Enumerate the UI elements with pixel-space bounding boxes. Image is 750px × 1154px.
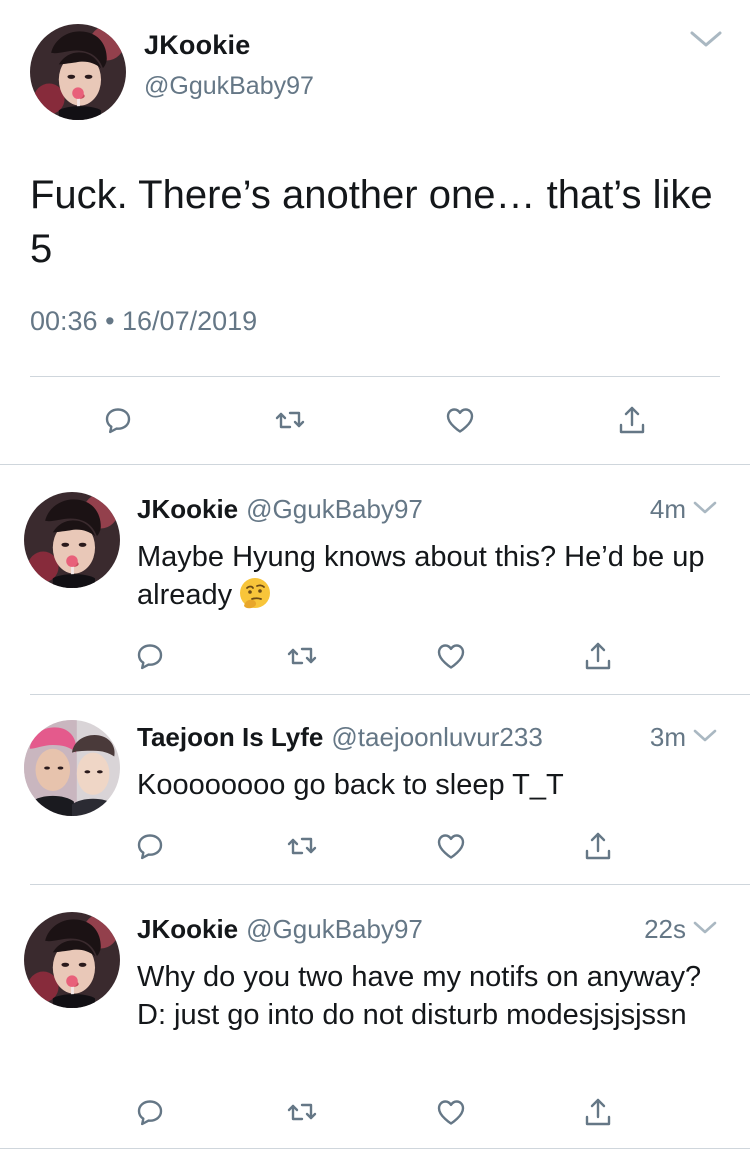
tweet-timestamp[interactable]: 00:36 • 16/07/2019 — [30, 306, 257, 337]
avatar[interactable] — [24, 912, 120, 1008]
author-handle[interactable]: @GgukBaby97 — [246, 914, 423, 944]
divider — [30, 884, 750, 885]
chevron-down-icon[interactable] — [692, 920, 718, 936]
tweet-text: Fuck. There’s another one… that’s like 5 — [30, 173, 713, 271]
chevron-down-icon[interactable] — [692, 728, 718, 744]
author-name[interactable]: JKookie — [137, 914, 238, 944]
reply-icon[interactable] — [134, 830, 166, 862]
author-name[interactable]: JKookie — [137, 494, 238, 524]
reply-icon[interactable] — [134, 1096, 166, 1128]
reply-time[interactable]: 3m — [650, 722, 686, 753]
like-icon[interactable] — [435, 640, 467, 672]
retweet-icon[interactable] — [286, 640, 318, 672]
reply-icon[interactable] — [134, 640, 166, 672]
reply-header: Taejoon Is Lyfe @taejoonluvur233 — [137, 722, 543, 753]
retweet-icon[interactable] — [286, 830, 318, 862]
share-icon[interactable] — [582, 830, 614, 862]
chevron-down-icon[interactable] — [688, 28, 724, 50]
reply-text: Koooooooo go back to sleep T_T — [137, 769, 564, 801]
author-handle[interactable]: @GgukBaby97 — [246, 494, 423, 524]
chevron-down-icon[interactable] — [692, 500, 718, 516]
reply-time[interactable]: 4m — [650, 494, 686, 525]
divider — [0, 1148, 750, 1149]
avatar[interactable] — [30, 24, 126, 120]
like-icon[interactable] — [435, 830, 467, 862]
reply-text-content: Maybe Hyung knows about this? He’d be up… — [137, 541, 705, 611]
author-name[interactable]: Taejoon Is Lyfe — [137, 722, 323, 752]
divider — [0, 464, 750, 465]
author-handle[interactable]: @taejoonluvur233 — [331, 722, 542, 752]
reply-text: Why do you two have my notifs on anyway?… — [137, 961, 702, 1031]
author-handle[interactable]: @GgukBaby97 — [144, 72, 314, 101]
author-name[interactable]: JKookie — [144, 30, 250, 61]
share-icon[interactable] — [616, 404, 648, 436]
avatar[interactable] — [24, 720, 120, 816]
retweet-icon[interactable] — [274, 404, 306, 436]
reply-header: JKookie @GgukBaby97 — [137, 494, 423, 525]
reply-time[interactable]: 22s — [644, 914, 686, 945]
reply-icon[interactable] — [102, 404, 134, 436]
share-icon[interactable] — [582, 1096, 614, 1128]
reply-header: JKookie @GgukBaby97 — [137, 914, 423, 945]
avatar[interactable] — [24, 492, 120, 588]
reply-text: Maybe Hyung knows about this? He’d be up… — [137, 538, 717, 614]
like-icon[interactable] — [444, 404, 476, 436]
divider — [30, 694, 750, 695]
divider — [30, 376, 720, 377]
thinking-face-emoji — [238, 576, 272, 610]
share-icon[interactable] — [582, 640, 614, 672]
like-icon[interactable] — [435, 1096, 467, 1128]
retweet-icon[interactable] — [286, 1096, 318, 1128]
